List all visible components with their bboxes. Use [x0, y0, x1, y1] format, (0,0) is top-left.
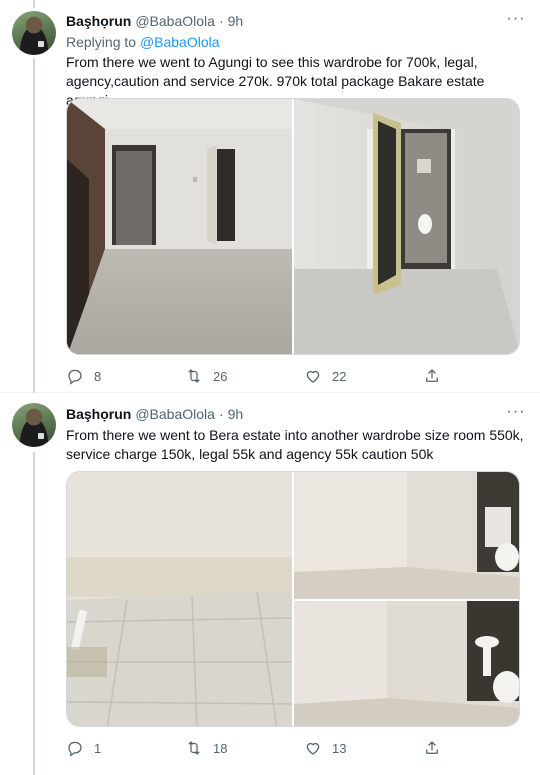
- tweet-media[interactable]: [66, 471, 520, 727]
- thread-line: [33, 452, 35, 775]
- like-button[interactable]: 22: [304, 367, 423, 385]
- timestamp[interactable]: 9h: [228, 13, 244, 29]
- photo[interactable]: [67, 99, 292, 355]
- photo-grid: [67, 472, 520, 727]
- more-icon[interactable]: ···: [506, 404, 526, 425]
- like-button[interactable]: 13: [304, 739, 423, 757]
- reply-icon: [68, 741, 82, 757]
- photo-grid: [67, 99, 520, 355]
- retweet-count: 26: [213, 368, 228, 384]
- avatar[interactable]: [12, 403, 56, 447]
- tweet-media[interactable]: [66, 98, 520, 355]
- photo[interactable]: [294, 472, 520, 599]
- thread-line: [33, 0, 35, 8]
- retweet-icon: [188, 369, 200, 383]
- retweet-button[interactable]: 26: [185, 367, 304, 385]
- tweet[interactable]: Başhọrun @BabaOlola · 9h ··· From there …: [0, 394, 540, 775]
- photo[interactable]: [294, 601, 520, 727]
- display-name[interactable]: Başhọrun: [66, 406, 131, 422]
- thread-line: [33, 58, 35, 393]
- user-handle[interactable]: @BabaOlola: [135, 406, 215, 422]
- more-icon[interactable]: ···: [506, 11, 526, 32]
- reply-button[interactable]: 1: [66, 739, 185, 757]
- separator-dot: ·: [218, 406, 224, 422]
- like-count: 13: [332, 740, 347, 756]
- share-button[interactable]: [423, 739, 463, 757]
- reply-button[interactable]: 8: [66, 367, 185, 385]
- action-bar: 1 18 13: [66, 739, 466, 757]
- share-button[interactable]: [423, 367, 463, 385]
- action-bar: 8 26 22: [66, 367, 466, 385]
- photo[interactable]: [294, 99, 520, 355]
- tweet[interactable]: Başhọrun @BabaOlola · 9h ··· Replying to…: [0, 0, 540, 393]
- photo[interactable]: [67, 472, 293, 727]
- share-icon: [426, 369, 438, 382]
- share-icon: [426, 741, 438, 754]
- tweet-header: Başhọrun @BabaOlola · 9h: [66, 406, 500, 422]
- reply-icon: [68, 369, 82, 385]
- display-name[interactable]: Başhọrun: [66, 13, 131, 29]
- reply-count: 8: [94, 368, 102, 384]
- heart-icon: [306, 742, 320, 755]
- avatar[interactable]: [12, 11, 56, 55]
- replying-to-link[interactable]: @BabaOlola: [140, 34, 220, 50]
- retweet-icon: [188, 741, 200, 755]
- reply-count: 1: [94, 740, 102, 756]
- separator-dot: ·: [218, 13, 224, 29]
- retweet-count: 18: [213, 740, 228, 756]
- replying-to-label: Replying to: [66, 34, 137, 50]
- user-handle[interactable]: @BabaOlola: [135, 13, 215, 29]
- tweet-text: From there we went to Bera estate into a…: [66, 427, 524, 462]
- tweet-header: Başhọrun @BabaOlola · 9h: [66, 13, 500, 29]
- retweet-button[interactable]: 18: [185, 739, 304, 757]
- replying-to: Replying to @BabaOlola: [66, 34, 220, 50]
- timestamp[interactable]: 9h: [228, 406, 244, 422]
- like-count: 22: [332, 368, 347, 384]
- heart-icon: [306, 370, 320, 383]
